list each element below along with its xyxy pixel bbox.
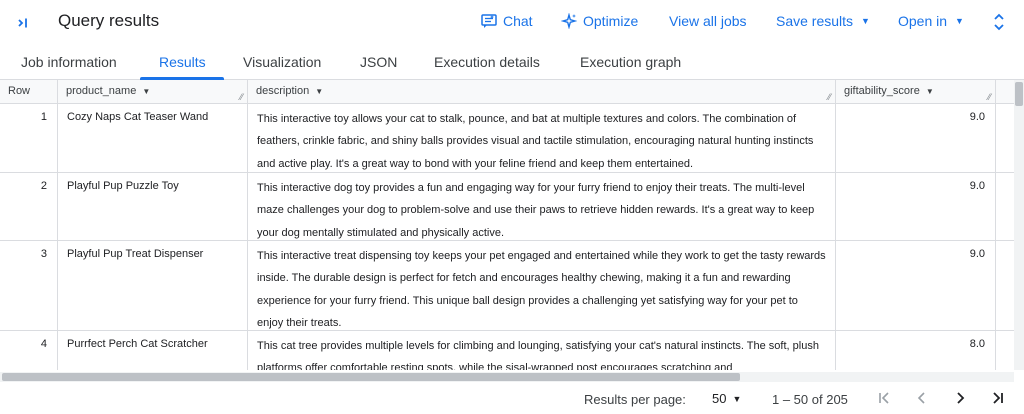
save-results-button[interactable]: Save results ▼ — [776, 13, 870, 29]
cell-product-name[interactable]: Purrfect Perch Cat Scratcher — [58, 331, 248, 370]
pagination-range: 1 – 50 of 205 — [772, 392, 848, 407]
table-row: 2 Playful Pup Puzzle Toy This interactiv… — [0, 173, 1014, 241]
chat-button[interactable]: Chat — [481, 13, 533, 29]
sparkle-icon — [561, 13, 577, 29]
resize-handle-icon[interactable]: ⁄⁄ — [988, 92, 991, 102]
results-per-page-select[interactable]: 50 ▼ — [712, 391, 741, 406]
cell-product-name[interactable]: Playful Pup Puzzle Toy — [58, 173, 248, 240]
column-label: Row — [8, 85, 31, 97]
table-row: 3 Playful Pup Treat Dispenser This inter… — [0, 241, 1014, 331]
first-page-button[interactable] — [872, 389, 896, 411]
cell-spacer — [996, 104, 1014, 172]
chat-label: Chat — [503, 13, 533, 29]
last-page-icon — [991, 391, 1005, 410]
column-header-giftability-score[interactable]: giftability_score ▼ ⁄⁄ — [836, 80, 996, 104]
horizontal-scrollbar[interactable] — [0, 372, 1014, 382]
column-header-row[interactable]: Row — [0, 80, 58, 104]
page-title: Query results — [58, 11, 160, 30]
table-row: 1 Cozy Naps Cat Teaser Wand This interac… — [0, 104, 1014, 173]
column-header-product-name[interactable]: product_name ▼ ⁄⁄ — [58, 80, 248, 104]
table-header: Row product_name ▼ ⁄⁄ description ▼ ⁄⁄ gif… — [0, 80, 1014, 104]
cell-description[interactable]: This interactive treat dispensing toy ke… — [248, 241, 836, 330]
resize-handle-icon[interactable]: ⁄⁄ — [240, 92, 243, 102]
query-results-header: Query results Chat Optimize View all job… — [0, 0, 1024, 44]
collapse-panel-icon[interactable] — [14, 12, 36, 34]
column-header-spacer — [996, 80, 1014, 104]
cell-giftability-score[interactable]: 9.0 — [836, 241, 996, 330]
next-page-button[interactable] — [948, 389, 972, 411]
tab-execution-graph[interactable]: Execution graph — [580, 54, 681, 70]
cell-giftability-score[interactable]: 9.0 — [836, 173, 996, 240]
cell-product-name[interactable]: Playful Pup Treat Dispenser — [58, 241, 248, 330]
horizontal-scrollbar-thumb[interactable] — [2, 373, 740, 381]
cell-giftability-score[interactable]: 8.0 — [836, 331, 996, 370]
column-label: product_name — [66, 85, 137, 97]
open-in-label: Open in — [898, 13, 948, 29]
optimize-label: Optimize — [583, 13, 639, 29]
tab-visualization[interactable]: Visualization — [243, 54, 321, 70]
tab-execution-details[interactable]: Execution details — [434, 54, 540, 70]
sort-dropdown-icon[interactable]: ▼ — [142, 87, 150, 96]
tab-json[interactable]: JSON — [360, 54, 397, 70]
chevron-down-icon: ▼ — [955, 16, 964, 26]
first-page-icon — [877, 391, 891, 410]
last-page-button[interactable] — [986, 389, 1010, 411]
open-in-button[interactable]: Open in ▼ — [898, 13, 964, 29]
table-row: 4 Purrfect Perch Cat Scratcher This cat … — [0, 331, 1014, 370]
cell-spacer — [996, 173, 1014, 240]
expand-collapse-button[interactable] — [993, 13, 1005, 31]
tab-results[interactable]: Results — [159, 54, 206, 70]
column-label: giftability_score — [844, 85, 920, 97]
chevron-left-icon — [915, 391, 929, 410]
cell-row-number: 1 — [0, 104, 58, 172]
vertical-scrollbar[interactable] — [1014, 80, 1024, 370]
chevron-right-icon — [953, 391, 967, 410]
save-results-label: Save results — [776, 13, 854, 29]
cell-row-number: 2 — [0, 173, 58, 240]
cell-spacer — [996, 241, 1014, 330]
cell-product-name[interactable]: Cozy Naps Cat Teaser Wand — [58, 104, 248, 172]
chevron-down-icon: ▼ — [861, 16, 870, 26]
vertical-scrollbar-thumb[interactable] — [1015, 82, 1023, 106]
unfold-icon — [993, 13, 1005, 31]
view-all-jobs-button[interactable]: View all jobs — [669, 13, 747, 29]
sort-dropdown-icon[interactable]: ▼ — [926, 87, 934, 96]
chevron-down-icon: ▼ — [732, 393, 742, 404]
sort-dropdown-icon[interactable]: ▼ — [315, 87, 323, 96]
tab-job-information[interactable]: Job information — [21, 54, 117, 70]
results-per-page-value: 50 — [712, 391, 727, 406]
cell-description[interactable]: This interactive dog toy provides a fun … — [248, 173, 836, 240]
cell-giftability-score[interactable]: 9.0 — [836, 104, 996, 172]
cell-description[interactable]: This interactive toy allows your cat to … — [248, 104, 836, 172]
optimize-button[interactable]: Optimize — [561, 13, 638, 29]
pagination-bar: Results per page: 50 ▼ 1 – 50 of 205 — [0, 384, 1024, 414]
chat-icon — [481, 13, 497, 29]
cell-spacer — [996, 331, 1014, 370]
column-header-description[interactable]: description ▼ ⁄⁄ — [248, 80, 836, 104]
view-all-jobs-label: View all jobs — [669, 13, 747, 29]
resize-handle-icon[interactable]: ⁄⁄ — [828, 92, 831, 102]
cell-row-number: 3 — [0, 241, 58, 330]
cell-description[interactable]: This cat tree provides multiple levels f… — [248, 331, 836, 370]
results-table: Row product_name ▼ ⁄⁄ description ▼ ⁄⁄ gif… — [0, 80, 1014, 370]
results-tabs: Job information Results Visualization JS… — [0, 44, 1024, 80]
cell-row-number: 4 — [0, 331, 58, 370]
results-per-page-label: Results per page: — [584, 392, 686, 407]
column-label: description — [256, 85, 310, 97]
previous-page-button[interactable] — [910, 389, 934, 411]
